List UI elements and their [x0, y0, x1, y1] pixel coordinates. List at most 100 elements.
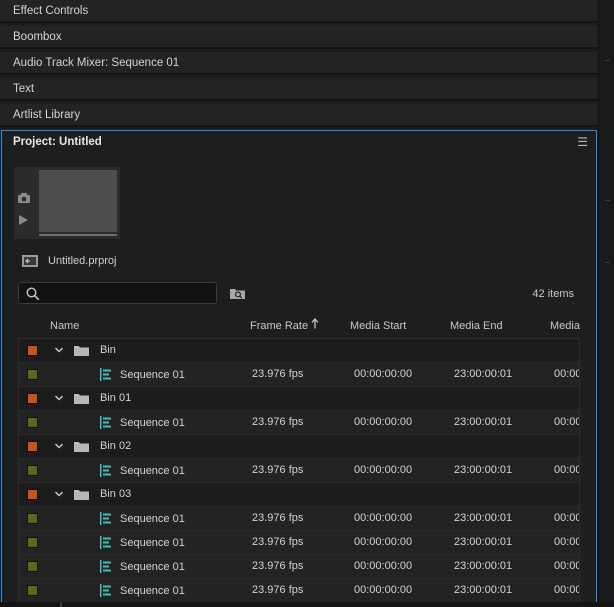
bin-row[interactable]: Bin — [19, 339, 579, 363]
panel-resize-strip[interactable] — [598, 0, 614, 607]
panel-tab-label: Audio Track Mixer: Sequence 01 — [13, 56, 180, 69]
sequence-row[interactable]: Sequence 01 23.976 fps 00:00:00:00 23:00… — [19, 411, 579, 435]
camera-icon[interactable] — [17, 191, 31, 205]
sequence-icon — [100, 416, 111, 429]
frame-rate-cell: 23.976 fps — [252, 584, 304, 596]
media-cell: 00:00 — [554, 368, 579, 380]
project-file-icon — [22, 255, 38, 267]
folder-icon — [74, 346, 89, 356]
label-color-swatch[interactable] — [27, 345, 38, 356]
label-color-swatch[interactable] — [27, 393, 38, 404]
sequence-icon — [100, 368, 111, 381]
sequence-name: Sequence 01 — [120, 417, 185, 429]
media-end-cell: 23:00:00:01 — [454, 584, 513, 596]
panel-tab-label: Boombox — [13, 30, 62, 43]
column-header-name[interactable]: Name — [50, 320, 79, 332]
label-color-swatch[interactable] — [27, 417, 38, 428]
sequence-row[interactable]: Sequence 01 23.976 fps 00:00:00:00 23:00… — [19, 363, 579, 387]
sequence-icon — [100, 536, 111, 549]
label-color-swatch[interactable] — [27, 441, 38, 452]
media-start-cell: 00:00:00:00 — [354, 416, 413, 428]
project-file: Untitled.prproj — [21, 254, 116, 268]
sequence-name: Sequence 01 — [120, 513, 185, 525]
sequence-name: Sequence 01 — [120, 561, 185, 573]
panel-tab-boombox[interactable]: Boombox — [0, 26, 598, 49]
column-header-media-start[interactable]: Media Start — [350, 320, 406, 332]
sequence-row[interactable]: Sequence 01 23.976 fps 00:00:00:00 23:00… — [19, 531, 579, 555]
project-items-list: Bin Sequence 01 23.976 fps 00:00:00:00 2… — [18, 338, 580, 606]
bin-name: Bin — [100, 344, 116, 356]
media-cell: 00:00 — [554, 536, 579, 548]
chevron-down-icon[interactable] — [54, 441, 64, 451]
project-thumbnail — [14, 167, 120, 239]
media-end-cell: 23:00:00:01 — [454, 464, 513, 476]
find-bin-icon[interactable] — [229, 286, 246, 300]
folder-icon — [74, 394, 89, 404]
search-field[interactable] — [18, 282, 217, 304]
media-start-cell: 00:00:00:00 — [354, 536, 413, 548]
project-file-name: Untitled.prproj — [48, 255, 117, 267]
frame-rate-cell: 23.976 fps — [252, 560, 304, 572]
sequence-icon — [100, 464, 111, 477]
chevron-down-icon[interactable] — [54, 345, 64, 355]
frame-rate-cell: 23.976 fps — [252, 416, 304, 428]
chevron-down-icon[interactable] — [54, 489, 64, 499]
play-icon[interactable] — [19, 215, 28, 225]
sequence-name: Sequence 01 — [120, 369, 185, 381]
sort-ascending-icon[interactable] — [311, 318, 319, 329]
media-end-cell: 23:00:00:01 — [454, 512, 513, 524]
sequence-row[interactable]: Sequence 01 23.976 fps 00:00:00:00 23:00… — [19, 555, 579, 579]
project-panel: Project: Untitled ☰ Untitled.prproj 42 i… — [1, 130, 597, 607]
chevron-down-icon[interactable] — [54, 393, 64, 403]
label-color-swatch[interactable] — [27, 585, 38, 596]
label-color-swatch[interactable] — [27, 537, 38, 548]
media-cell: 00:00 — [554, 560, 579, 572]
bin-name: Bin 02 — [100, 440, 132, 452]
label-color-swatch[interactable] — [27, 513, 38, 524]
media-start-cell: 00:00:00:00 — [354, 512, 413, 524]
bottom-edge-bar — [0, 602, 614, 607]
panel-tab-audio-track-mixer[interactable]: Audio Track Mixer: Sequence 01 — [0, 52, 598, 75]
items-count: 42 items — [532, 288, 574, 300]
media-start-cell: 00:00:00:00 — [354, 560, 413, 572]
bin-row[interactable]: Bin 02 — [19, 435, 579, 459]
media-cell: 00:00 — [554, 464, 579, 476]
bin-name: Bin 01 — [100, 392, 132, 404]
sequence-name: Sequence 01 — [120, 465, 185, 477]
panel-tab-label: Text — [13, 82, 35, 95]
label-color-swatch[interactable] — [27, 489, 38, 500]
thumbnail-scrub-bar[interactable] — [39, 234, 117, 236]
media-end-cell: 23:00:00:01 — [454, 536, 513, 548]
sequence-row[interactable]: Sequence 01 23.976 fps 00:00:00:00 23:00… — [19, 459, 579, 483]
panel-tab-label: Effect Controls — [13, 4, 89, 17]
sequence-name: Sequence 01 — [120, 585, 185, 597]
sequence-row[interactable]: Sequence 01 23.976 fps 00:00:00:00 23:00… — [19, 507, 579, 531]
media-start-cell: 00:00:00:00 — [354, 584, 413, 596]
folder-icon — [74, 490, 89, 500]
sequence-icon — [100, 584, 111, 597]
bin-row[interactable]: Bin 03 — [19, 483, 579, 507]
media-start-cell: 00:00:00:00 — [354, 464, 413, 476]
search-input[interactable] — [47, 285, 211, 303]
panel-tab-artlist-library[interactable]: Artlist Library — [0, 104, 598, 127]
sequence-row[interactable]: Sequence 01 23.976 fps 00:00:00:00 23:00… — [19, 579, 579, 603]
column-header-frame-rate[interactable]: Frame Rate — [250, 320, 308, 332]
column-header-media[interactable]: Media — [550, 320, 580, 332]
label-color-swatch[interactable] — [27, 561, 38, 572]
frame-rate-cell: 23.976 fps — [252, 512, 304, 524]
label-color-swatch[interactable] — [27, 465, 38, 476]
panel-tab-label: Artlist Library — [13, 108, 81, 121]
project-panel-title: Project: Untitled — [13, 136, 102, 148]
panel-tab-effect-controls[interactable]: Effect Controls — [0, 0, 598, 23]
column-header-media-end[interactable]: Media End — [450, 320, 503, 332]
media-end-cell: 23:00:00:01 — [454, 368, 513, 380]
media-end-cell: 23:00:00:01 — [454, 416, 513, 428]
sequence-icon — [100, 512, 111, 525]
media-cell: 00:00 — [554, 584, 579, 596]
bin-row[interactable]: Bin 01 — [19, 387, 579, 411]
hamburger-menu-icon[interactable]: ☰ — [577, 135, 588, 149]
label-color-swatch[interactable] — [27, 369, 38, 380]
media-end-cell: 23:00:00:01 — [454, 560, 513, 572]
thumbnail-preview — [39, 170, 117, 232]
panel-tab-text[interactable]: Text — [0, 78, 598, 101]
